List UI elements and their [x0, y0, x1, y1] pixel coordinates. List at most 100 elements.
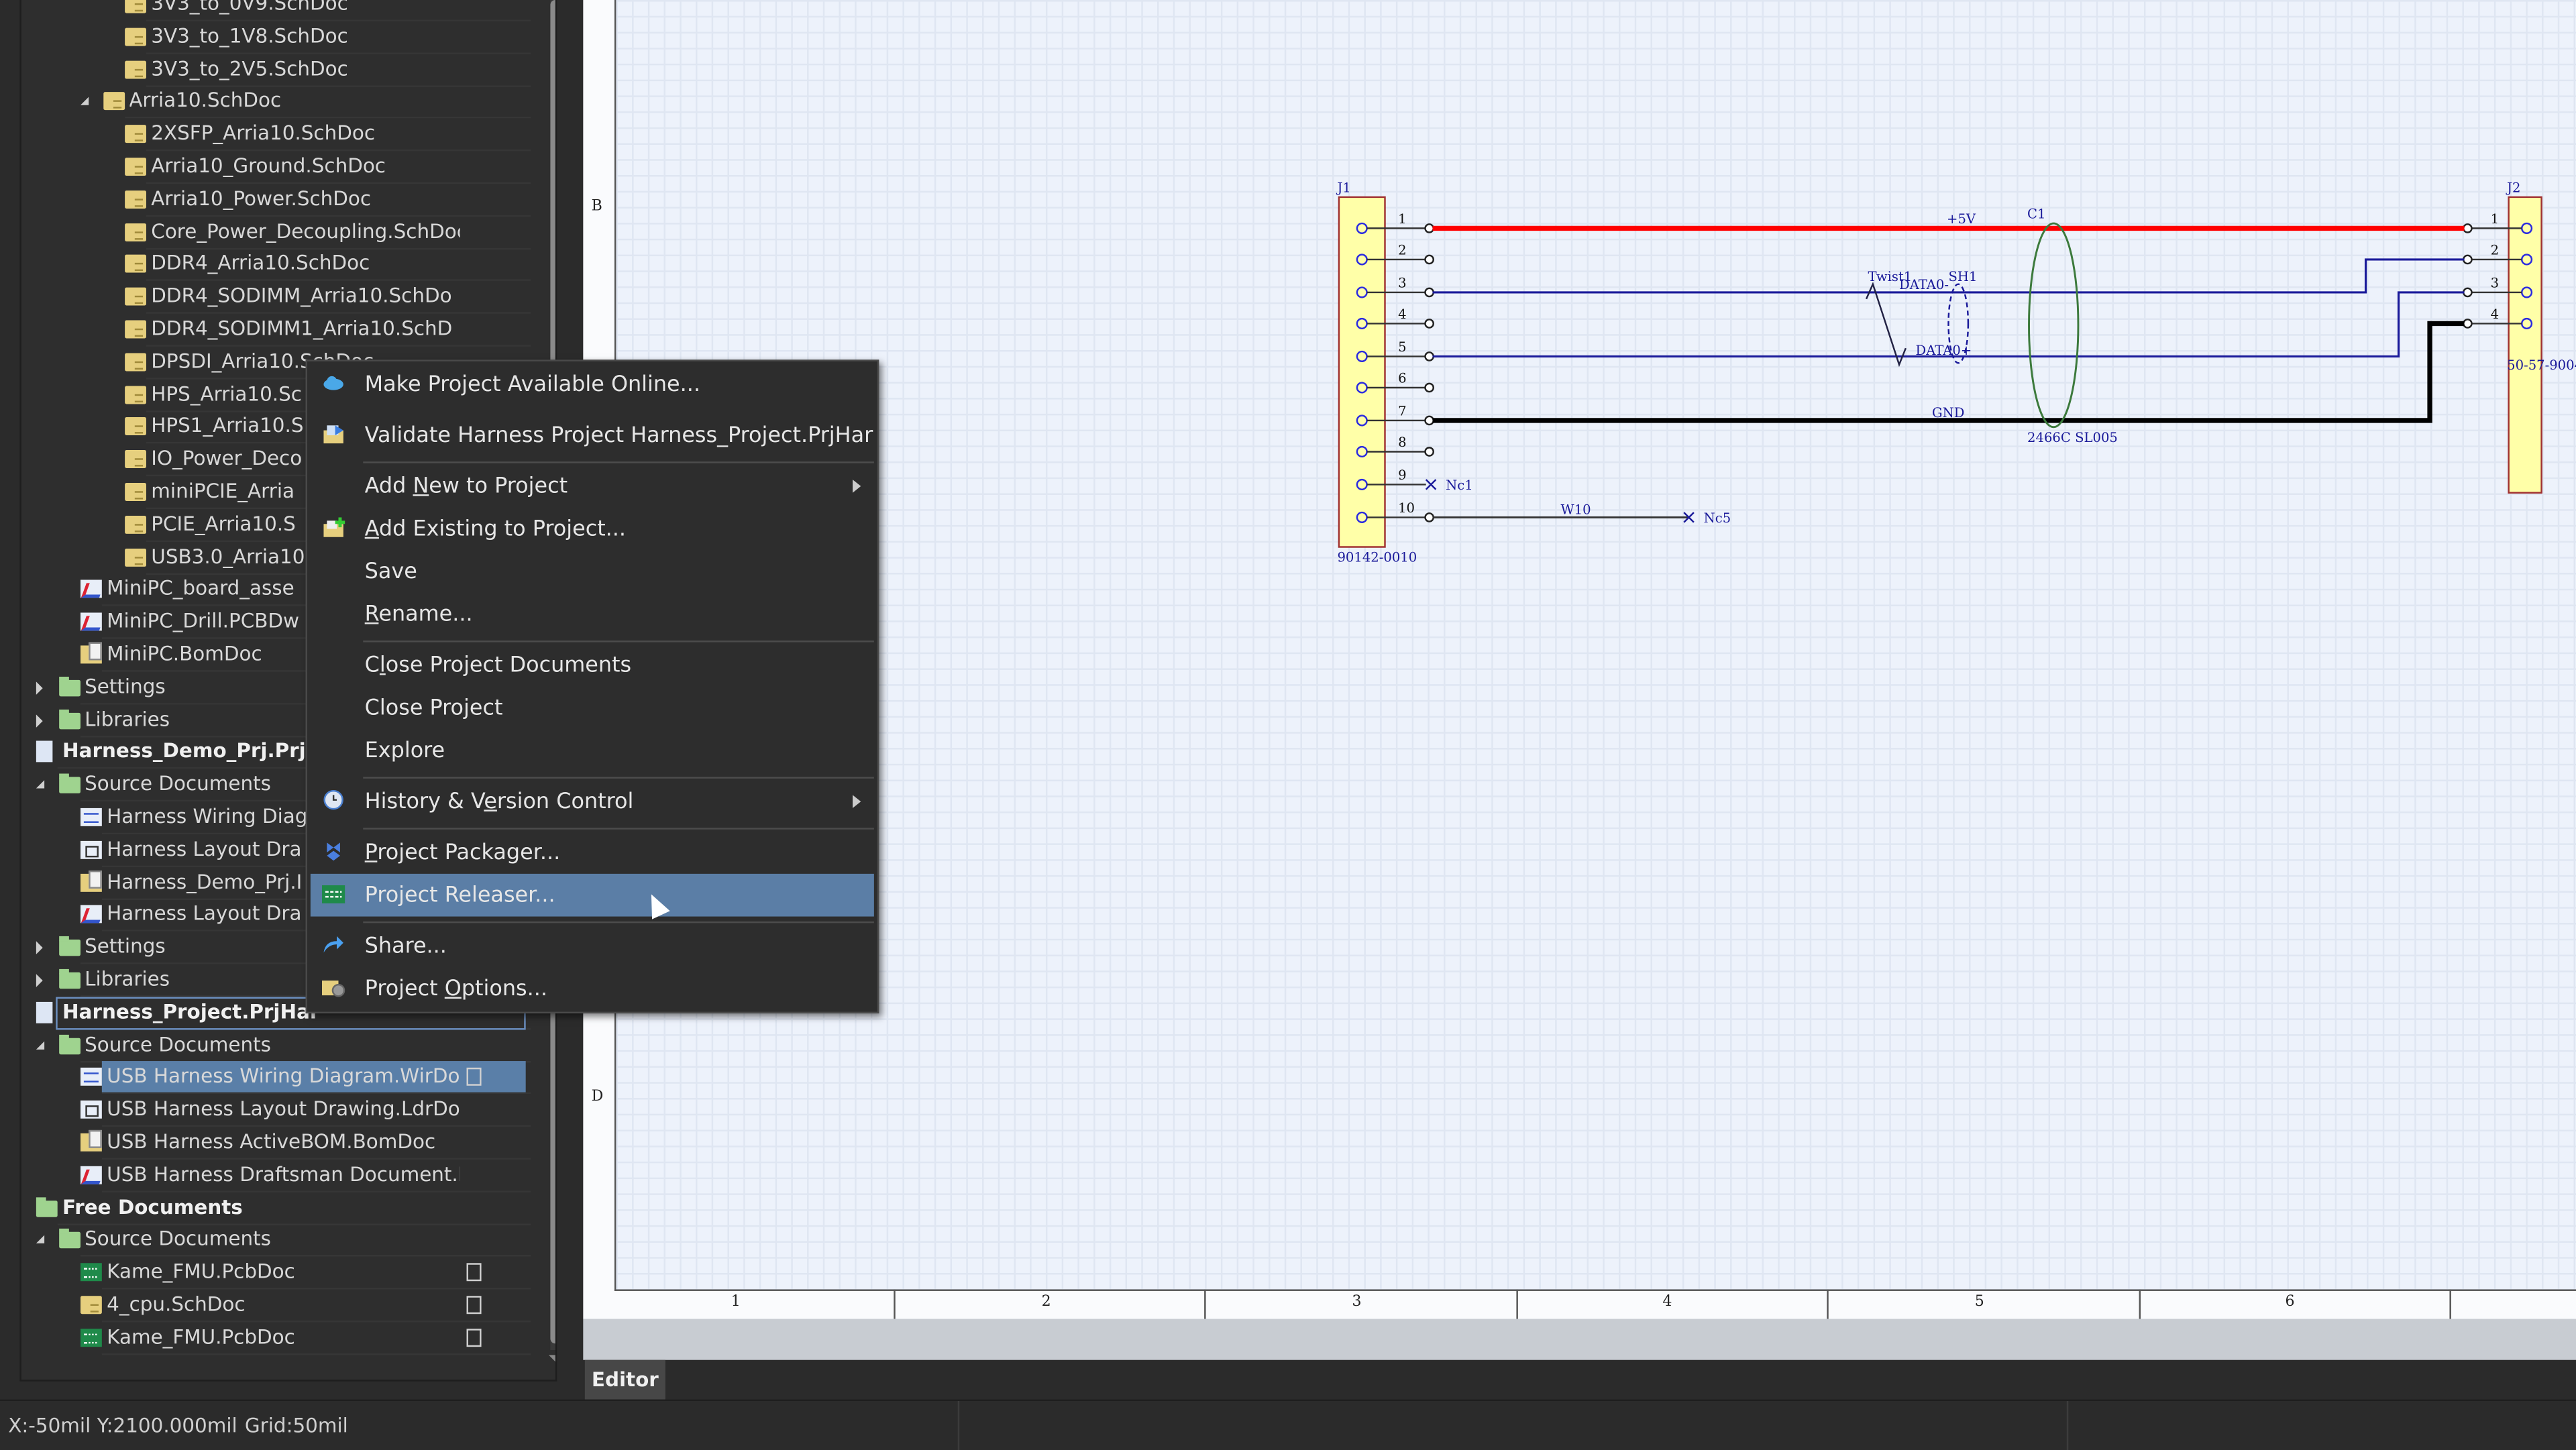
- tree-item-label: Arria10.SchDoc: [129, 89, 282, 113]
- menu-item-share[interactable]: Share...: [311, 925, 874, 968]
- tree-item[interactable]: Arria10_Power.SchDoc: [21, 184, 531, 217]
- tree-item[interactable]: Kame_FMU.PcbDoc: [21, 1322, 531, 1355]
- connector-j1: [1338, 196, 1386, 548]
- schematic-doc-icon: [125, 27, 146, 46]
- collapse-arrow-icon[interactable]: [35, 780, 44, 789]
- tree-item[interactable]: 3V3_to_1V8.SchDoc: [21, 21, 531, 54]
- project-icon: [36, 1001, 53, 1023]
- menu-separator: [363, 776, 874, 778]
- tree-item[interactable]: USB Harness Draftsman Document.H: [21, 1159, 531, 1192]
- scroll-down-arrow-icon[interactable]: [548, 1355, 555, 1362]
- tree-item-label: Settings: [85, 675, 166, 698]
- collapse-arrow-icon[interactable]: [35, 1235, 44, 1244]
- schematic-doc-icon: [125, 320, 146, 339]
- schematic-canvas[interactable]: B D 1 2 3 4 5 6 J1 90142-0010 1 2 3 4 5 6 7 8 9 10 J…: [583, 0, 2576, 1360]
- j1-part-number: 90142-0010: [1337, 550, 1417, 565]
- menu-item-rename[interactable]: Rename...: [311, 593, 874, 636]
- j2-pin-number: 2: [2491, 243, 2499, 258]
- collapse-arrow-icon[interactable]: [35, 1040, 44, 1049]
- tree-item[interactable]: Kame_FMU.PcbDoc: [21, 1257, 531, 1290]
- col-label: 3: [1352, 1294, 1362, 1311]
- tree-item-label: Kame_FMU.PcbDoc: [107, 1325, 295, 1349]
- tree-item-label: DDR4_SODIMM_Arria10.SchDo: [151, 284, 452, 308]
- tree-item-label: Arria10_Power.SchDoc: [151, 186, 372, 210]
- tree-item-label: Source Documents: [85, 1032, 271, 1056]
- tree-item[interactable]: Arria10_Ground.SchDoc: [21, 151, 531, 184]
- status-divider: [957, 1400, 960, 1450]
- menu-item-explore[interactable]: Explore: [311, 729, 874, 772]
- collapse-arrow-icon[interactable]: [19, 748, 21, 756]
- j1-pin-number: 8: [1398, 435, 1406, 450]
- tree-item[interactable]: DDR4_Arria10.SchDoc: [21, 249, 531, 282]
- menu-item-history-version-control[interactable]: History & Version Control: [311, 780, 874, 823]
- expand-arrow-icon[interactable]: [35, 714, 42, 727]
- tree-item[interactable]: 3V3_to_2V5.SchDoc: [21, 54, 531, 87]
- menu-item-project-options[interactable]: Project Options...: [311, 967, 874, 1010]
- pcb-doc-icon: [80, 1263, 102, 1282]
- tab-editor[interactable]: Editor: [584, 1359, 665, 1400]
- wire-end: [1424, 382, 1434, 393]
- wire-end: [1424, 319, 1434, 329]
- menu-item-project-packager[interactable]: Project Packager...: [311, 831, 874, 874]
- schematic-doc-icon: [125, 0, 146, 13]
- tree-item[interactable]: DDR4_SODIMM1_Arria10.SchD: [21, 314, 531, 347]
- schematic-doc-icon: [103, 93, 124, 111]
- tree-item[interactable]: 3V3_to_0V9.SchDoc: [21, 0, 531, 21]
- menu-item-project-releaser[interactable]: Project Releaser...: [310, 873, 874, 917]
- tree-item[interactable]: Core_Power_Decoupling.SchDoc: [21, 216, 531, 249]
- document-icon: [466, 1328, 482, 1347]
- menu-item-close-project[interactable]: Close Project: [311, 687, 874, 730]
- layout-drawing-doc-icon: [80, 1101, 102, 1119]
- tree-item[interactable]: DDR4_SODIMM_Arria10.SchDo: [21, 281, 531, 315]
- menu-item-make-project-available-online[interactable]: Make Project Available Online...: [311, 363, 874, 406]
- no-connect-icon: [1425, 479, 1437, 490]
- collapse-arrow-icon[interactable]: [79, 97, 89, 106]
- wire-end: [1424, 351, 1434, 361]
- schematic-doc-icon: [125, 125, 146, 144]
- wire-end: [2463, 287, 2473, 298]
- menu-item-validate-harness-project-harness-project-prjhar[interactable]: Validate Harness Project Harness_Project…: [311, 414, 874, 457]
- wire-end: [1424, 287, 1434, 298]
- menu-item-add-new-to-project[interactable]: Add New to Project: [311, 465, 874, 508]
- tree-item[interactable]: Arria10.SchDoc: [21, 86, 531, 119]
- menu-separator: [363, 460, 874, 463]
- tree-item[interactable]: USB Harness Layout Drawing.LdrDoc: [21, 1094, 531, 1127]
- project-context-menu: Make Project Available Online... Validate…: [305, 359, 879, 1014]
- menu-item-label: Project Releaser...: [364, 883, 555, 909]
- tree-item-label: USB Harness ActiveBOM.BomDoc: [107, 1129, 436, 1154]
- expand-arrow-icon[interactable]: [35, 974, 42, 987]
- tree-item-label: 3V3_to_2V5.SchDoc: [151, 56, 348, 80]
- document-icon: [466, 1263, 482, 1282]
- tree-item[interactable]: 4_cpu.SchDoc: [21, 1289, 531, 1323]
- tree-item[interactable]: USB Harness ActiveBOM.BomDoc: [21, 1127, 531, 1160]
- menu-item-close-project-documents[interactable]: Close Project Documents: [311, 644, 874, 687]
- folder-icon: [58, 936, 80, 956]
- bom-doc-icon: [80, 642, 102, 664]
- tree-item-label: USB Harness Layout Drawing.LdrDoc: [107, 1097, 460, 1121]
- tree-item-label: USB Harness Wiring Diagram.WirDoc: [107, 1064, 460, 1089]
- ruler-divider: [1516, 1289, 1518, 1319]
- collapse-arrow-icon[interactable]: [19, 1203, 21, 1211]
- menu-item-add-existing-to-project[interactable]: Add Existing to Project...: [311, 508, 874, 551]
- tree-item[interactable]: Source Documents: [21, 1224, 531, 1258]
- grid-size: Grid:50mil: [244, 1414, 348, 1437]
- expand-arrow-icon[interactable]: [35, 941, 42, 955]
- col-label: 5: [1974, 1294, 1984, 1311]
- tree-item[interactable]: USB Harness Wiring Diagram.WirDoc: [21, 1062, 531, 1095]
- menu-separator: [363, 920, 874, 923]
- tree-item-label: miniPCIE_Arria: [151, 480, 295, 503]
- tree-item-label: Settings: [85, 934, 166, 958]
- collapse-arrow-icon[interactable]: [19, 1008, 21, 1016]
- history-icon: [322, 789, 345, 810]
- expand-arrow-icon[interactable]: [35, 681, 42, 695]
- tree-item[interactable]: Free Documents: [21, 1192, 531, 1225]
- tree-item[interactable]: 2XSFP_Arria10.SchDoc: [21, 119, 531, 152]
- tree-item-label: Harness Wiring Diag: [107, 805, 308, 828]
- cloud-icon: [322, 373, 345, 392]
- share-icon: [322, 934, 345, 954]
- ruler-divider: [894, 1289, 896, 1319]
- schematic-doc-icon: [125, 547, 146, 566]
- menu-item-save[interactable]: Save: [311, 550, 874, 593]
- tree-item[interactable]: Source Documents: [21, 1029, 531, 1062]
- twist-symbol: [1865, 282, 1907, 368]
